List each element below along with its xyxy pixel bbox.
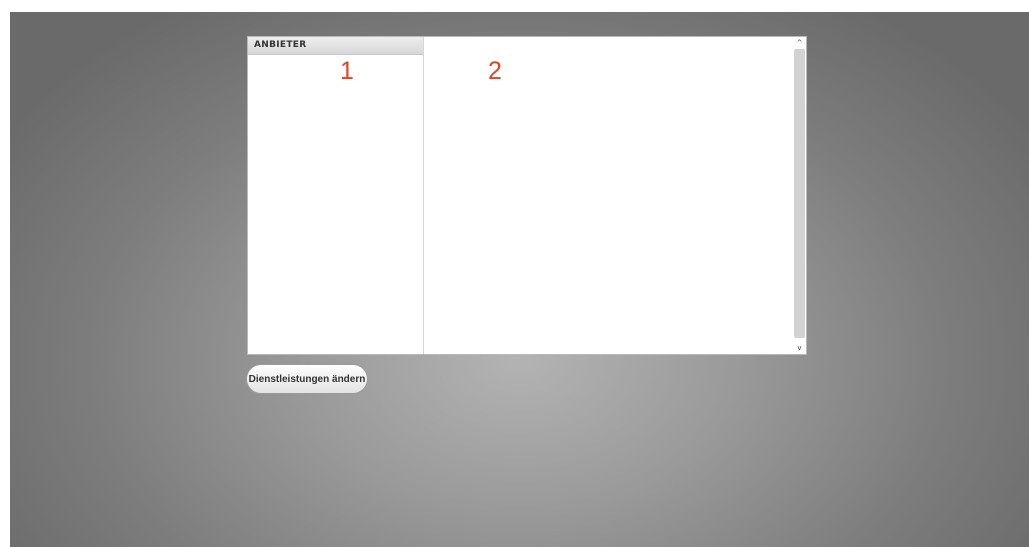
provider-list[interactable]: ANBIETER xyxy=(248,37,424,354)
vertical-scrollbar[interactable]: ^ v xyxy=(793,37,806,354)
scroll-thumb[interactable] xyxy=(794,49,805,338)
page-background: ANBIETER 1 2 ^ v Dienstleistungen ändern xyxy=(10,12,1029,547)
marker-label-2: 2 xyxy=(488,57,502,85)
selection-panel: ANBIETER 1 2 ^ v xyxy=(247,36,807,355)
chevron-down-icon[interactable]: v xyxy=(793,342,806,354)
chevron-up-icon[interactable]: ^ xyxy=(793,37,806,49)
provider-list-header: ANBIETER xyxy=(248,37,423,55)
marker-label-1: 1 xyxy=(340,57,354,85)
change-services-button[interactable]: Dienstleistungen ändern xyxy=(246,364,368,394)
